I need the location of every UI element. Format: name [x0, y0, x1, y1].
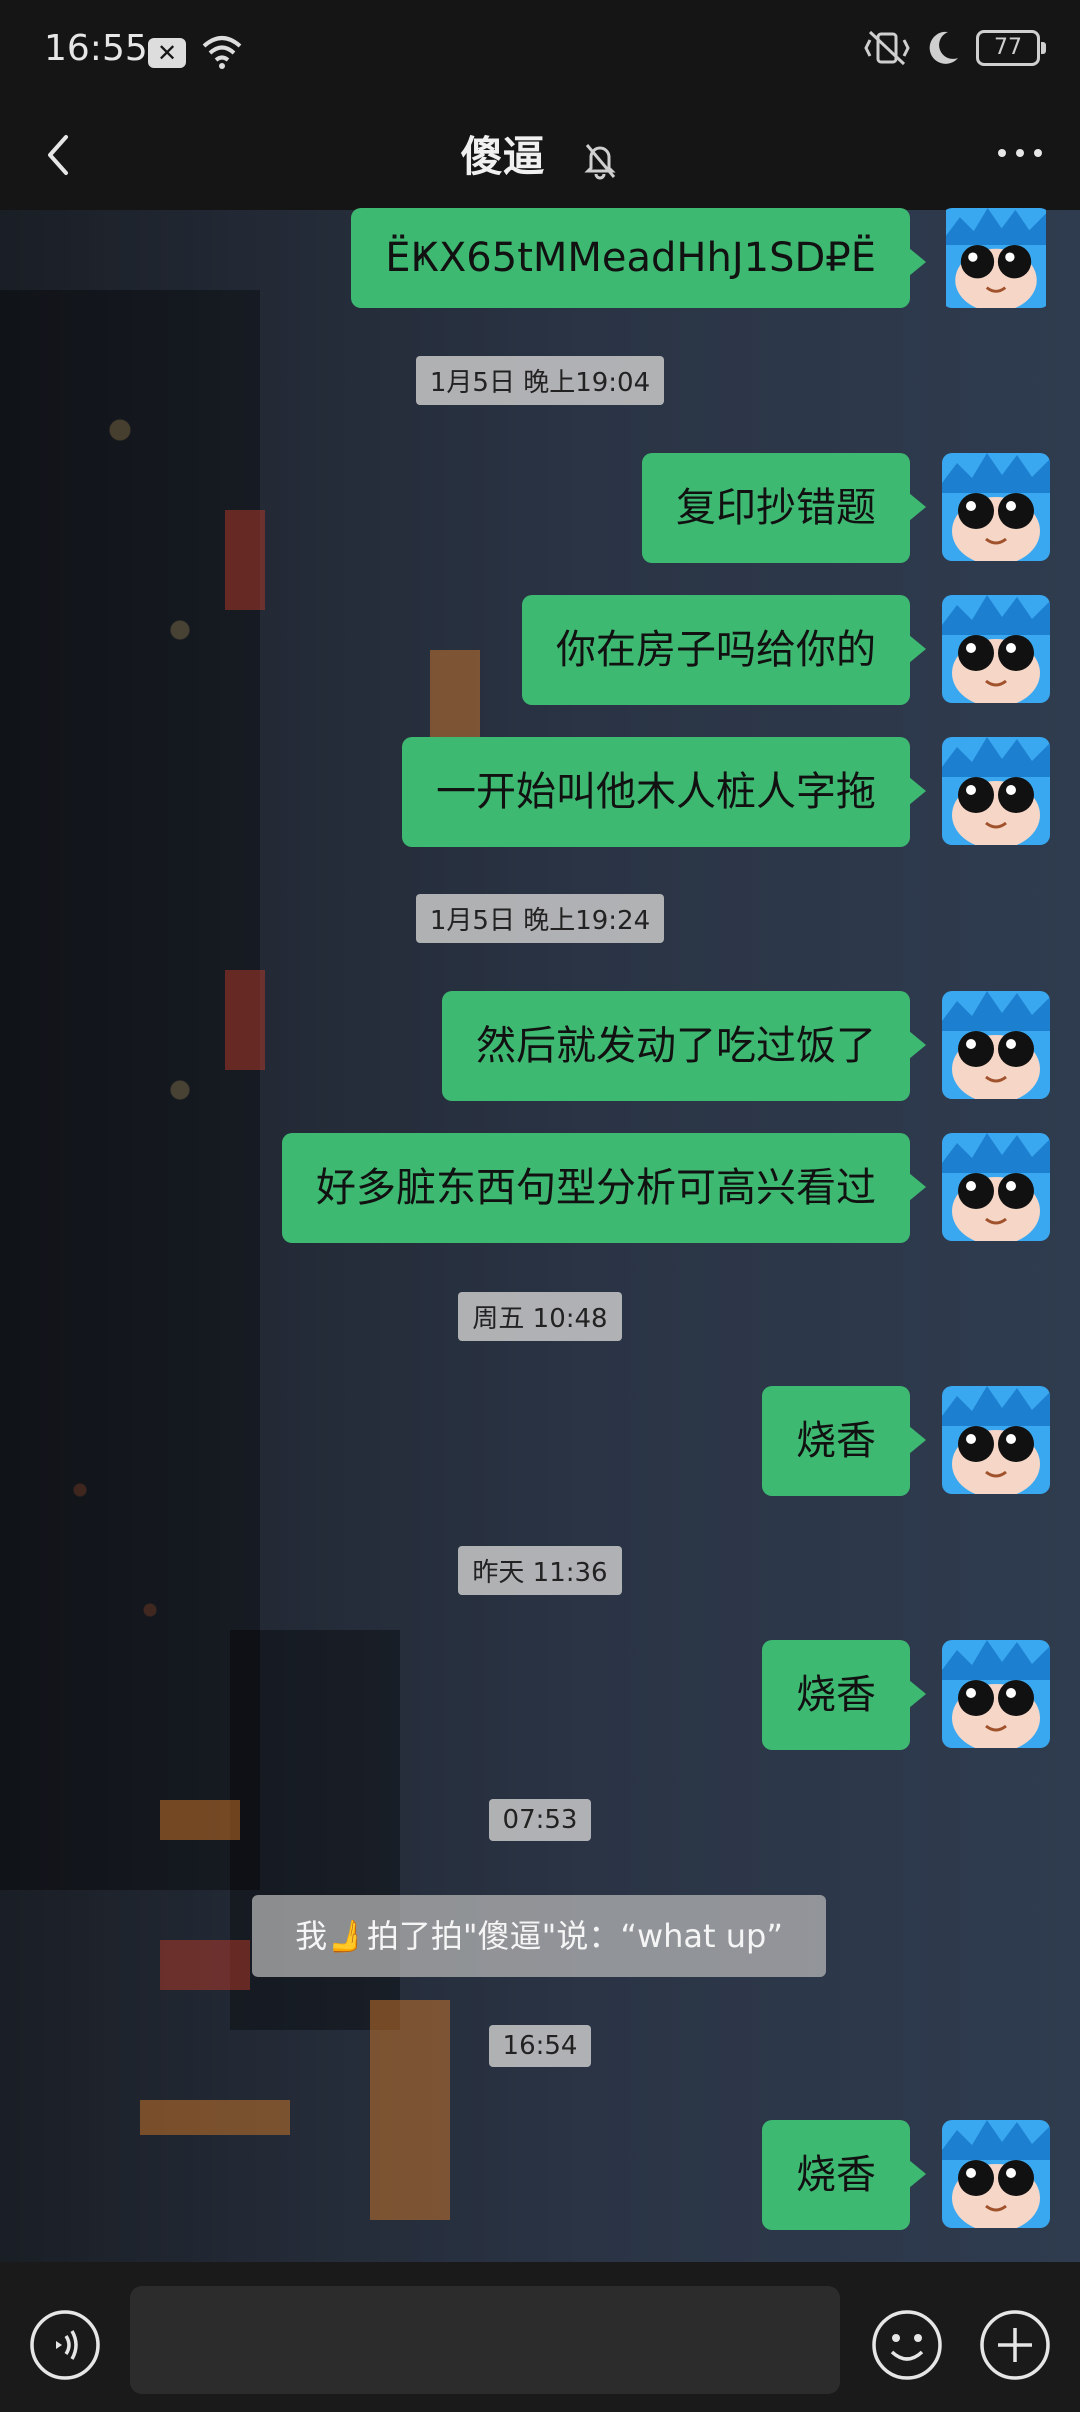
avatar-icon[interactable]	[942, 208, 1050, 308]
battery-indicator: 77	[976, 30, 1046, 66]
message-input[interactable]	[130, 2286, 840, 2394]
timestamp: 07:53	[0, 1799, 1080, 1841]
mute-bell-icon	[584, 143, 616, 179]
more-icon[interactable]	[990, 133, 1050, 173]
message-bubble[interactable]: 烧香	[762, 1386, 926, 1496]
chat-header: 傻逼	[0, 105, 1080, 210]
voice-icon[interactable]	[28, 2308, 102, 2382]
message-row: 然后就发动了吃过饭了	[0, 991, 1080, 1101]
avatar-icon[interactable]	[942, 1386, 1050, 1494]
message-row: ËҜX65tMMeadHhJ1SD₽Ë	[0, 198, 1080, 308]
avatar-icon[interactable]	[942, 1640, 1050, 1748]
status-icons: 77	[864, 28, 1046, 68]
message-bubble[interactable]: 好多脏东西句型分析可高兴看过	[282, 1133, 926, 1243]
message-bubble[interactable]: 烧香	[762, 1640, 926, 1750]
status-bar: 16:55 ✕ 77	[0, 0, 1080, 105]
avatar-icon[interactable]	[942, 737, 1050, 845]
chat-title-wrap: 傻逼	[0, 123, 1080, 184]
emoji-icon[interactable]	[870, 2308, 944, 2382]
message-row: 一开始叫他木人桩人字拖	[0, 737, 1080, 847]
message-row: 好多脏东西句型分析可高兴看过	[0, 1133, 1080, 1243]
vibrate-off-icon	[864, 30, 910, 66]
avatar-icon[interactable]	[942, 453, 1050, 561]
message-row: 烧香	[0, 1386, 1080, 1496]
moon-icon	[929, 31, 958, 64]
message-bubble[interactable]: 复印抄错题	[642, 453, 926, 563]
timestamp: 1月5日 晚上19:04	[0, 356, 1080, 405]
message-bubble[interactable]: ËҜX65tMMeadHhJ1SD₽Ë	[351, 208, 926, 308]
input-bar	[0, 2262, 1080, 2412]
avatar-icon[interactable]	[942, 1133, 1050, 1241]
avatar-icon[interactable]	[942, 991, 1050, 1099]
chat-title: 傻逼	[460, 132, 545, 181]
plus-icon[interactable]	[978, 2308, 1052, 2382]
message-row: 烧香	[0, 2120, 1080, 2230]
message-row: 复印抄错题	[0, 453, 1080, 563]
message-bubble[interactable]: 烧香	[762, 2120, 926, 2230]
message-bubble[interactable]: 你在房子吗给你的	[522, 595, 926, 705]
timestamp: 周五 10:48	[0, 1292, 1080, 1341]
message-bubble[interactable]: 一开始叫他木人桩人字拖	[402, 737, 926, 847]
avatar-icon[interactable]	[942, 2120, 1050, 2228]
message-row: 你在房子吗给你的	[0, 595, 1080, 705]
pat-notice: 我🫸拍了拍"傻逼"说：“what up”	[252, 1895, 826, 1977]
status-time: 16:55	[44, 28, 148, 69]
notification-icon: ✕	[148, 38, 186, 68]
wifi-icon	[202, 36, 242, 69]
message-bubble[interactable]: 然后就发动了吃过饭了	[442, 991, 926, 1101]
timestamp: 1月5日 晚上19:24	[0, 894, 1080, 943]
avatar-icon[interactable]	[942, 595, 1050, 703]
timestamp: 16:54	[0, 2025, 1080, 2067]
timestamp: 昨天 11:36	[0, 1546, 1080, 1595]
message-row: 烧香	[0, 1640, 1080, 1750]
